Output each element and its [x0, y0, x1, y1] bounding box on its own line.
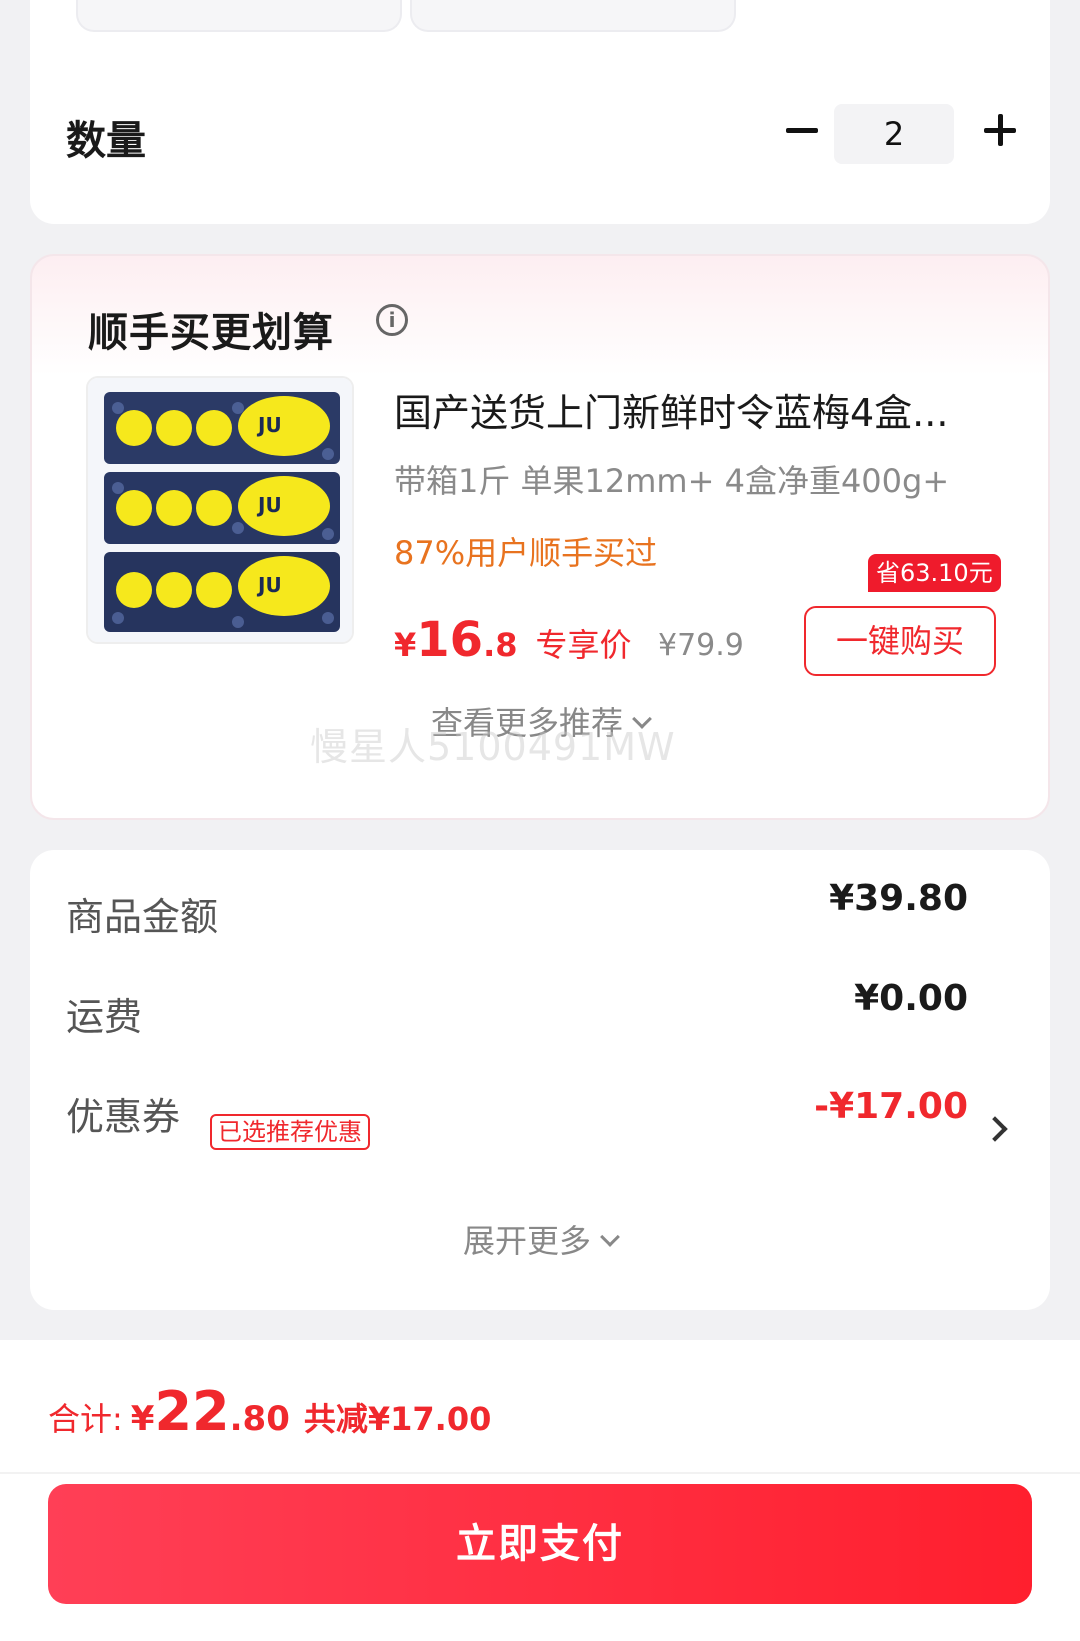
chevron-down-icon [600, 1227, 620, 1247]
decrease-quantity-button[interactable] [778, 106, 826, 154]
checkout-page: 数量 2 顺手买更划算 i JU JU JU 国产送货上门新鲜时令蓝梅4盒...… [0, 0, 1080, 1641]
shipping-value: ¥0.00 [854, 978, 968, 1019]
quantity-label: 数量 [66, 118, 146, 164]
chevron-right-icon[interactable] [982, 1116, 1008, 1142]
info-icon[interactable]: i [376, 304, 408, 336]
social-proof-text: 87%用户顺手买过 [394, 534, 658, 572]
svg-text:JU: JU [256, 493, 282, 517]
total-discount: 共减¥17.00 [303, 1400, 492, 1438]
product-image[interactable]: JU JU JU [86, 376, 354, 644]
order-summary-card: 商品金额 ¥39.80 运费 ¥0.00 优惠券 已选推荐优惠 -¥17.00 … [30, 850, 1050, 1310]
minus-icon [786, 127, 818, 133]
recommend-card: 顺手买更划算 i JU JU JU 国产送货上门新鲜时令蓝梅4盒... 带箱1斤… [30, 254, 1050, 820]
product-name[interactable]: 国产送货上门新鲜时令蓝梅4盒... [394, 382, 1014, 437]
svg-text:JU: JU [256, 573, 282, 597]
coupon-label: 优惠券 [66, 1095, 181, 1139]
one-click-buy-button[interactable]: 一键购买 [804, 606, 996, 676]
chevron-down-icon [632, 709, 652, 729]
goods-amount-label: 商品金额 [66, 895, 219, 939]
coupon-value[interactable]: -¥17.00 [814, 1086, 968, 1127]
total-amount: 合计: ¥22.80 共减¥17.00 [48, 1380, 492, 1443]
spec-option-chip[interactable] [410, 0, 736, 32]
svg-text:JU: JU [256, 413, 282, 437]
quantity-input[interactable]: 2 [834, 104, 954, 164]
product-price: ¥16.8 专享价 [394, 612, 632, 668]
view-more-recommendations[interactable]: 查看更多推荐 [32, 698, 1048, 744]
divider [0, 1472, 1080, 1474]
quantity-card: 数量 2 [30, 0, 1050, 224]
shipping-label: 运费 [66, 995, 143, 1039]
exclusive-price-tag: 专享价 [535, 626, 632, 664]
goods-amount-value: ¥39.80 [829, 878, 968, 919]
expand-more-button[interactable]: 展开更多 [30, 1216, 1050, 1262]
spec-option-chip[interactable] [76, 0, 402, 32]
product-spec: 带箱1斤 单果12mm+ 4盒净重400g+ [394, 462, 950, 500]
increase-quantity-button[interactable] [976, 106, 1024, 154]
original-price: ¥79.9 [658, 628, 744, 663]
pay-now-button[interactable]: 立即支付 [48, 1484, 1032, 1604]
save-amount-badge: 省63.10元 [868, 554, 1001, 592]
blueberry-boxes-image: JU JU JU [88, 378, 352, 642]
coupon-selected-badge: 已选推荐优惠 [210, 1114, 370, 1150]
recommend-title: 顺手买更划算 [88, 310, 334, 356]
checkout-footer: 合计: ¥22.80 共减¥17.00 立即支付 [0, 1340, 1080, 1641]
